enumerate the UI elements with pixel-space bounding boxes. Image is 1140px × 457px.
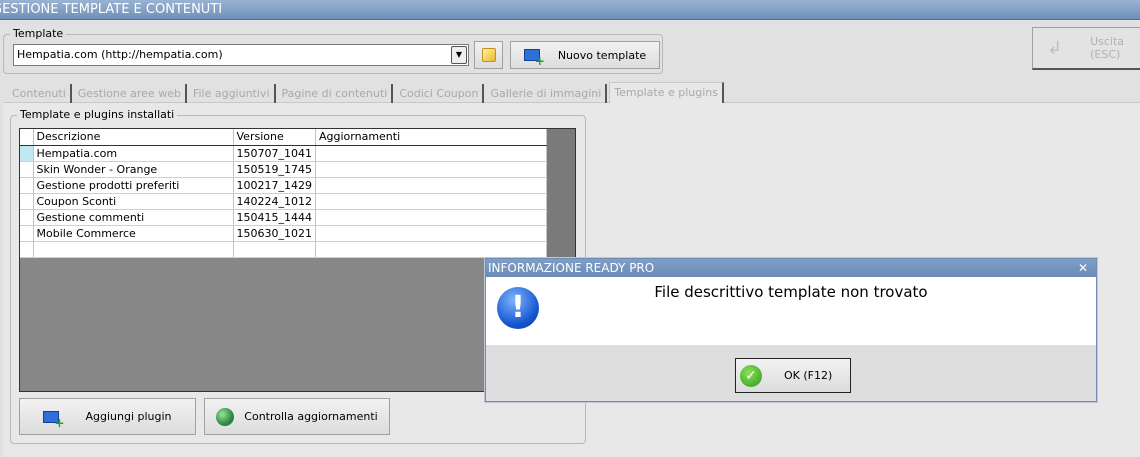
info-dialog: INFORMAZIONE READY PRO ✕ ! File descritt… xyxy=(485,258,1097,402)
grid-header: Descrizione Versione Aggiornamenti xyxy=(20,129,547,146)
cell-versione[interactable]: 100217_1429 xyxy=(233,177,316,194)
cell-aggiornamenti[interactable] xyxy=(315,145,547,162)
cell-descrizione[interactable]: Gestione commenti xyxy=(33,209,234,226)
table-row[interactable] xyxy=(20,241,547,258)
tab-pagine-di-contenuti[interactable]: Pagine di contenuti xyxy=(278,84,394,103)
cell-descrizione[interactable]: Mobile Commerce xyxy=(33,225,234,242)
dialog-title: INFORMAZIONE READY PRO xyxy=(488,261,655,275)
row-indicator[interactable] xyxy=(20,193,34,210)
tab-file-aggiuntivi[interactable]: File aggiuntivi xyxy=(189,84,276,103)
close-icon[interactable]: ✕ xyxy=(1078,259,1088,278)
cell-descrizione[interactable] xyxy=(33,241,234,258)
cell-aggiornamenti[interactable] xyxy=(315,193,547,210)
template-group-label: Template xyxy=(10,27,67,40)
cell-versione[interactable]: 150707_1041 xyxy=(233,145,316,162)
table-row[interactable]: Coupon Sconti 140224_1012 xyxy=(20,193,547,210)
table-row[interactable]: Mobile Commerce 150630_1021 xyxy=(20,225,547,242)
add-plugin-button[interactable]: + Aggiungi plugin xyxy=(19,398,196,435)
row-indicator[interactable] xyxy=(20,209,34,226)
template-select[interactable]: Hempatia.com (http://hempatia.com) ▼ xyxy=(13,44,469,66)
open-folder-button[interactable] xyxy=(474,41,503,69)
cell-versione[interactable]: 150415_1444 xyxy=(233,209,316,226)
new-template-button[interactable]: + Nuovo template xyxy=(510,41,660,69)
plugins-group-label: Template e plugins installati xyxy=(17,108,178,121)
exit-button[interactable]: ↲ Uscita (ESC) xyxy=(1032,27,1140,70)
grid-scroll-area xyxy=(547,129,575,257)
cell-descrizione[interactable]: Skin Wonder - Orange xyxy=(33,161,234,178)
checkmark-icon: ✓ xyxy=(740,364,762,387)
column-header-descrizione[interactable]: Descrizione xyxy=(33,129,234,146)
row-indicator[interactable] xyxy=(20,145,34,162)
add-plugin-label: Aggiungi plugin xyxy=(85,410,172,423)
column-header-aggiornamenti[interactable]: Aggiornamenti xyxy=(315,129,547,146)
new-monitor-plus-icon: + xyxy=(523,49,545,67)
cell-aggiornamenti[interactable] xyxy=(315,161,547,178)
template-select-value: Hempatia.com (http://hempatia.com) xyxy=(17,48,223,61)
cell-descrizione[interactable]: Gestione prodotti preferiti xyxy=(33,177,234,194)
cell-aggiornamenti[interactable] xyxy=(315,177,547,194)
table-row[interactable]: Gestione commenti 150415_1444 xyxy=(20,209,547,226)
cell-aggiornamenti[interactable] xyxy=(315,209,547,226)
row-indicator[interactable] xyxy=(20,161,34,178)
column-header-versione[interactable]: Versione xyxy=(233,129,316,146)
new-monitor-plus-icon: + xyxy=(43,410,64,429)
table-row[interactable]: Gestione prodotti preferiti 100217_1429 xyxy=(20,177,547,194)
dialog-message: File descrittivo template non trovato xyxy=(654,283,928,301)
check-updates-label: Controlla aggiornamenti xyxy=(244,410,378,423)
tab-codici-coupon[interactable]: Codici Coupon xyxy=(395,84,485,103)
exit-icon: ↲ xyxy=(1047,37,1063,59)
tab-gestione-aree-web[interactable]: Gestione aree web xyxy=(74,84,187,103)
dialog-title-bar: INFORMAZIONE READY PRO ✕ xyxy=(486,259,1096,277)
tab-contenuti[interactable]: Contenuti xyxy=(8,84,72,103)
row-indicator-header xyxy=(20,129,34,146)
row-indicator[interactable] xyxy=(20,225,34,242)
dropdown-arrow-icon[interactable]: ▼ xyxy=(451,46,467,64)
tab-gallerie-di-immagini[interactable]: Gallerie di immagini xyxy=(486,84,608,103)
row-indicator[interactable] xyxy=(20,177,34,194)
window-title: GESTIONE TEMPLATE E CONTENUTI xyxy=(0,2,223,17)
cell-aggiornamenti[interactable] xyxy=(315,225,547,242)
ok-button[interactable]: ✓ OK (F12) xyxy=(735,358,851,393)
tab-template-e-plugins[interactable]: Template e plugins xyxy=(609,82,725,103)
table-row[interactable]: Hempatia.com 150707_1041 xyxy=(20,145,547,162)
dialog-body: ! File descrittivo template non trovato xyxy=(486,277,1096,345)
window-title-bar: GESTIONE TEMPLATE E CONTENUTI xyxy=(0,0,1140,20)
globe-download-icon xyxy=(216,407,235,426)
cell-versione[interactable] xyxy=(233,241,316,258)
table-row[interactable]: Skin Wonder - Orange 150519_1745 xyxy=(20,161,547,178)
cell-descrizione[interactable]: Hempatia.com xyxy=(33,145,234,162)
check-updates-button[interactable]: Controlla aggiornamenti xyxy=(204,398,390,435)
cell-versione[interactable]: 150519_1745 xyxy=(233,161,316,178)
cell-versione[interactable]: 140224_1012 xyxy=(233,193,316,210)
new-template-label: Nuovo template xyxy=(557,48,647,62)
cell-versione[interactable]: 150630_1021 xyxy=(233,225,316,242)
cell-descrizione[interactable]: Coupon Sconti xyxy=(33,193,234,210)
ok-label: OK (F12) xyxy=(784,369,833,382)
folder-icon xyxy=(481,48,496,62)
tab-bar: Contenuti Gestione aree web File aggiunt… xyxy=(8,82,726,103)
exit-label: Uscita (ESC) xyxy=(1090,35,1125,61)
row-indicator[interactable] xyxy=(20,241,34,258)
cell-aggiornamenti[interactable] xyxy=(315,241,547,258)
